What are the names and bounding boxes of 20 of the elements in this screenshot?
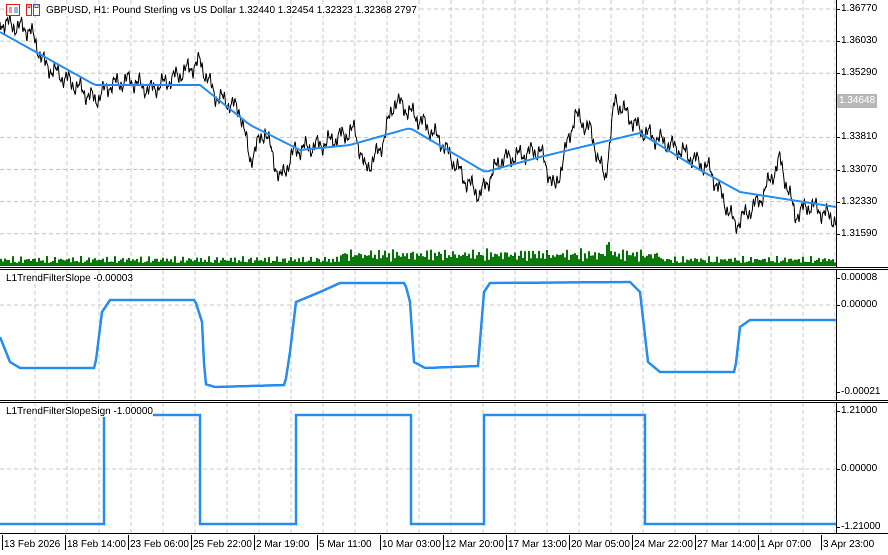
time-axis-label: 18 Feb 14:00 xyxy=(65,534,128,550)
time-axis-label: 12 Mar 20:00 xyxy=(443,534,506,550)
time-axis-label: 2 Mar 19:00 xyxy=(254,534,317,550)
indicator-label: L1TrendFilterSlope -0.00003 xyxy=(6,273,133,284)
time-axis-label: 17 Mar 13:00 xyxy=(506,534,569,550)
current-price-label: 1.34648 xyxy=(837,94,878,108)
time-axis-label: 20 Mar 05:00 xyxy=(569,534,632,550)
time-axis-label: 10 Mar 03:00 xyxy=(380,534,443,550)
time-axis-label: 5 Mar 11:00 xyxy=(317,534,380,550)
time-axis-label: 13 Feb 2026 xyxy=(2,534,65,550)
time-axis-label: 25 Feb 22:00 xyxy=(191,534,254,550)
time-axis-label: 27 Mar 14:00 xyxy=(695,534,758,550)
time-axis-label: 23 Feb 06:00 xyxy=(128,534,191,550)
list-icon[interactable] xyxy=(6,4,20,16)
window-icon[interactable] xyxy=(26,4,40,16)
time-axis-label: 1 Apr 07:00 xyxy=(758,534,821,550)
chart-title: GBPUSD, H1: Pound Sterling vs US Dollar 1.32440 1.32454 1.32323 1.32368 2797 xyxy=(46,4,417,16)
time-axis-label: 24 Mar 22:00 xyxy=(632,534,695,550)
time-axis-label: 3 Apr 23:00 xyxy=(821,534,874,550)
indicator-label: L1TrendFilterSlopeSign -1.00000 xyxy=(6,406,153,417)
